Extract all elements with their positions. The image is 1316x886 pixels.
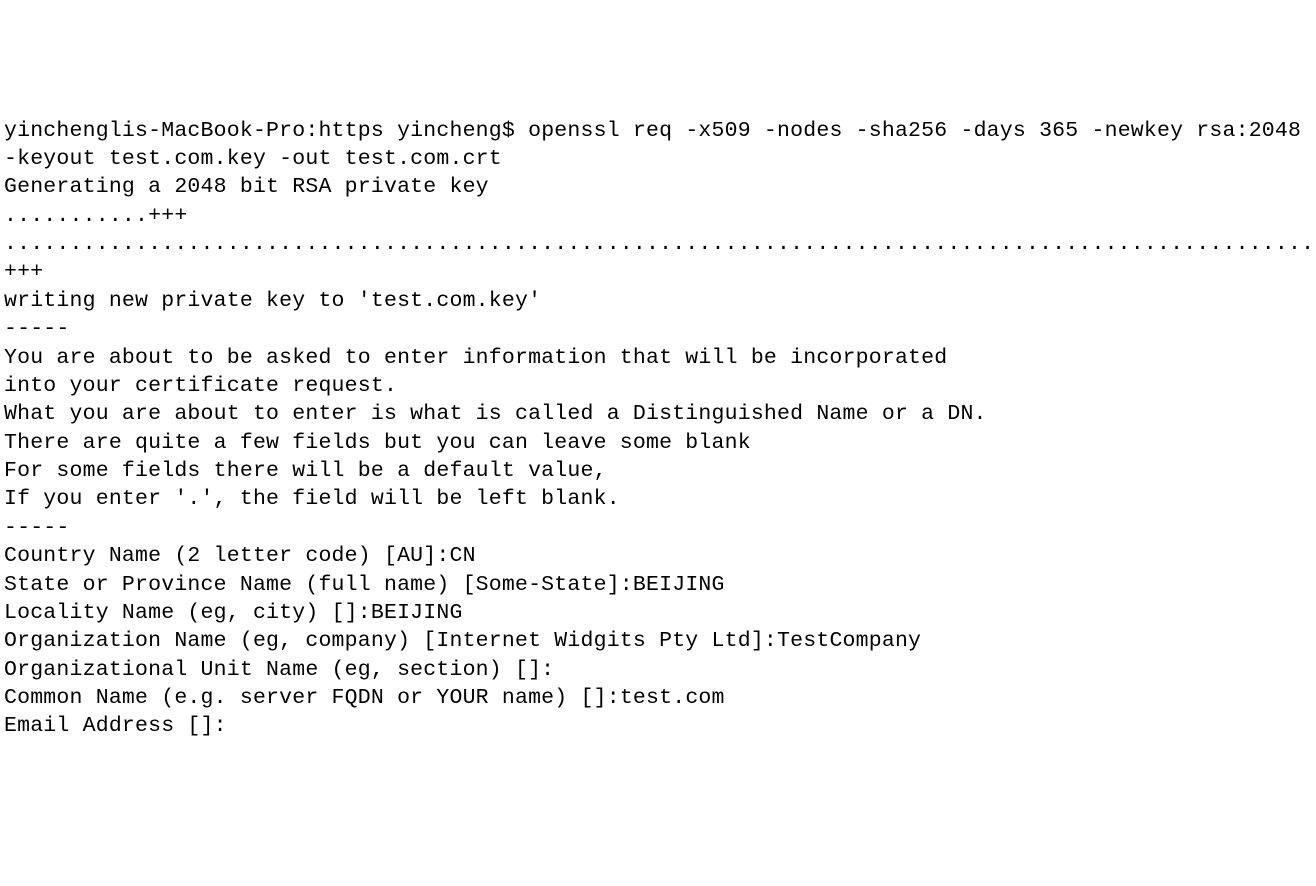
state-input[interactable]: BEIJING — [633, 573, 725, 597]
output-line: into your certificate request. — [4, 372, 1316, 400]
output-line: writing new private key to 'test.com.key… — [4, 287, 1316, 315]
output-line: ...........+++ — [4, 202, 1316, 230]
output-line: If you enter '.', the field will be left… — [4, 485, 1316, 513]
output-line: What you are about to enter is what is c… — [4, 400, 1316, 428]
cn-prompt: Common Name (e.g. server FQDN or YOUR na… — [4, 686, 620, 710]
locality-prompt: Locality Name (eg, city) []: — [4, 601, 371, 625]
command-line: yinchenglis-MacBook-Pro:https yincheng$ … — [4, 117, 1316, 174]
output-line: You are about to be asked to enter infor… — [4, 344, 1316, 372]
terminal-output[interactable]: yinchenglis-MacBook-Pro:https yincheng$ … — [4, 117, 1316, 741]
output-line: ........................................… — [4, 230, 1316, 287]
org-prompt: Organization Name (eg, company) [Interne… — [4, 629, 777, 653]
email-prompt: Email Address []: — [4, 714, 227, 738]
output-line: ----- — [4, 514, 1316, 542]
country-prompt: Country Name (2 letter code) [AU]: — [4, 544, 449, 568]
country-input[interactable]: CN — [449, 544, 475, 568]
prompt-line: Email Address []: — [4, 712, 1316, 740]
ou-prompt: Organizational Unit Name (eg, section) [… — [4, 658, 554, 682]
cn-input[interactable]: test.com — [620, 686, 725, 710]
prompt-line: State or Province Name (full name) [Some… — [4, 571, 1316, 599]
prompt-line: Organization Name (eg, company) [Interne… — [4, 627, 1316, 655]
prompt-line: Locality Name (eg, city) []:BEIJING — [4, 599, 1316, 627]
output-line: ----- — [4, 315, 1316, 343]
prompt-line: Country Name (2 letter code) [AU]:CN — [4, 542, 1316, 570]
output-line: Generating a 2048 bit RSA private key — [4, 173, 1316, 201]
state-prompt: State or Province Name (full name) [Some… — [4, 573, 633, 597]
org-input[interactable]: TestCompany — [777, 629, 921, 653]
output-line: For some fields there will be a default … — [4, 457, 1316, 485]
prompt-line: Organizational Unit Name (eg, section) [… — [4, 656, 1316, 684]
locality-input[interactable]: BEIJING — [371, 601, 463, 625]
output-line: There are quite a few fields but you can… — [4, 429, 1316, 457]
shell-prompt: yinchenglis-MacBook-Pro:https yincheng$ — [4, 119, 528, 143]
prompt-line: Common Name (e.g. server FQDN or YOUR na… — [4, 684, 1316, 712]
